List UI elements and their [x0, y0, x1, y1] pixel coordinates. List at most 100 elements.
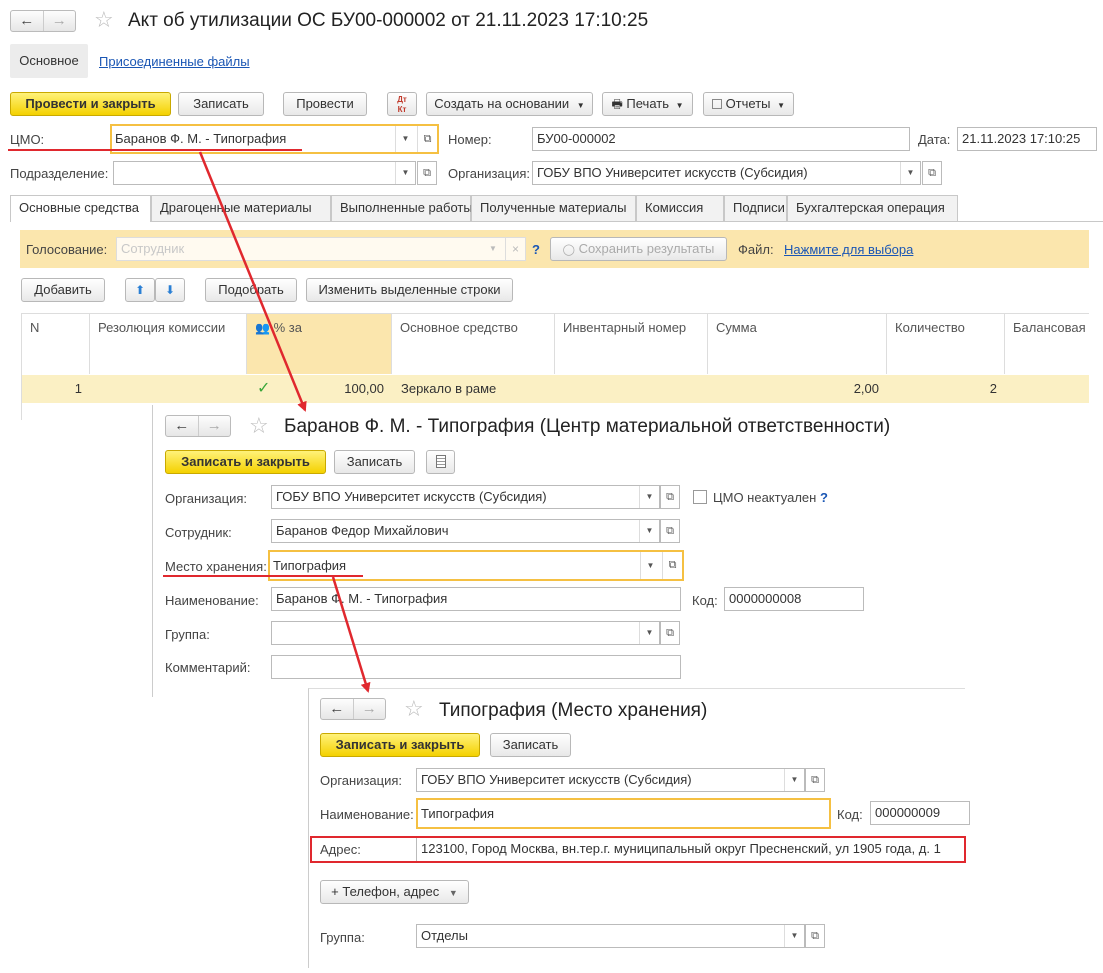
nav-buttons[interactable]: ← → [320, 698, 386, 720]
tab-commission[interactable]: Комиссия [636, 195, 724, 221]
dtkt-button[interactable]: Дт Кт [387, 92, 417, 116]
number-field[interactable]: БУ00-000002 [532, 127, 910, 151]
reports-button[interactable]: Отчеты ▼ [703, 92, 794, 116]
storage-form-window: ← → ☆ Типография (Место хранения) Записа… [308, 688, 970, 968]
tab-fixed-assets[interactable]: Основные средства [10, 195, 151, 222]
date-field[interactable]: 21.11.2023 17:10:25 [957, 127, 1097, 151]
clear-icon[interactable]: × [505, 238, 525, 260]
open-icon[interactable]: ⧉ [805, 924, 825, 948]
col-inventory[interactable]: Инвентарный номер [555, 314, 708, 374]
save-results-button[interactable]: ◯ Сохранить результаты [550, 237, 727, 261]
cell-balance [1012, 375, 1082, 403]
cmo-label: ЦМО: [10, 132, 45, 147]
tab-received-materials[interactable]: Полученные материалы [471, 195, 636, 221]
col-n[interactable]: N [22, 314, 90, 374]
dropdown-arrow-icon[interactable]: ▼ [395, 126, 415, 152]
forward-arrow-icon[interactable]: → [197, 416, 231, 436]
tab-precious-materials[interactable]: Драгоценные материалы [151, 195, 331, 221]
file-label: Файл: [738, 242, 774, 257]
back-arrow-icon[interactable]: ← [166, 416, 198, 436]
add-phone-address-button[interactable]: + Телефон, адрес ▼ [320, 880, 469, 904]
dropdown-arrow-icon[interactable]: ▼ [640, 552, 660, 579]
create-based-on-button[interactable]: Создать на основании ▼ [426, 92, 593, 116]
move-down-button[interactable]: ⬇ [155, 278, 185, 302]
name-label: Наименование: [165, 593, 259, 608]
table-row[interactable]: 1 ✓ 100,00 Зеркало в раме 2,00 2 [22, 375, 1089, 403]
inactive-checkbox[interactable] [693, 490, 707, 504]
col-percent-label: % за [273, 320, 302, 335]
add-row-button[interactable]: Добавить [21, 278, 105, 302]
comment-field[interactable] [271, 655, 681, 679]
col-sum[interactable]: Сумма [708, 314, 887, 374]
save-button[interactable]: Записать [178, 92, 264, 116]
save-button[interactable]: Записать [490, 733, 571, 757]
open-icon[interactable]: ⧉ [660, 621, 680, 645]
list-button[interactable] [426, 450, 455, 474]
tab-completed-works[interactable]: Выполненные работы [331, 195, 473, 221]
open-icon[interactable]: ⧉ [660, 485, 680, 509]
dropdown-arrow-icon[interactable]: ▼ [784, 925, 804, 947]
save-and-close-button[interactable]: Записать и закрыть [165, 450, 326, 474]
dropdown-arrow-icon[interactable]: ▼ [639, 622, 659, 644]
tab-accounting-operation[interactable]: Бухгалтерская операция [787, 195, 958, 221]
help-icon[interactable]: ? [532, 242, 540, 258]
org-field[interactable]: ГОБУ ВПО Университет искусств (Субсидия)… [271, 485, 660, 509]
section-main-tab[interactable]: Основное [10, 44, 88, 78]
cell-resolution [98, 375, 238, 403]
back-arrow-icon[interactable]: ← [321, 699, 353, 719]
group-field[interactable]: Отделы ▼ [416, 924, 805, 948]
dropdown-arrow-icon[interactable]: ▼ [483, 238, 503, 260]
open-icon[interactable]: ⧉ [660, 519, 680, 543]
post-and-close-button[interactable]: Провести и закрыть [10, 92, 171, 116]
open-icon[interactable]: ⧉ [417, 161, 437, 185]
open-icon[interactable]: ⧉ [417, 126, 437, 152]
favorite-star-icon[interactable]: ☆ [404, 698, 424, 720]
group-field[interactable]: ▼ [271, 621, 660, 645]
dropdown-arrow-icon[interactable]: ▼ [900, 162, 920, 184]
open-icon[interactable]: ⧉ [922, 161, 942, 185]
voting-employee-field[interactable]: Сотрудник ▼ × [116, 237, 526, 261]
code-label: Код: [837, 807, 863, 822]
help-icon[interactable]: ? [820, 490, 828, 506]
print-button[interactable]: 🖶 Печать ▼ [602, 92, 693, 116]
address-field[interactable]: 123100, Город Москва, вн.тер.г. муниципа… [416, 838, 964, 861]
name-field[interactable]: Типография [416, 798, 831, 829]
col-resolution[interactable]: Резолюция комиссии [90, 314, 247, 374]
dropdown-arrow-icon[interactable]: ▼ [639, 486, 659, 508]
org-field[interactable]: ГОБУ ВПО Университет искусств (Субсидия)… [416, 768, 805, 792]
favorite-star-icon[interactable]: ☆ [94, 9, 114, 31]
division-field[interactable]: ▼ [113, 161, 416, 185]
open-icon[interactable]: ⧉ [662, 552, 682, 579]
back-arrow-icon[interactable]: ← [11, 11, 43, 31]
code-field[interactable]: 000000009 [870, 801, 970, 825]
forward-arrow-icon[interactable]: → [42, 11, 76, 31]
save-and-close-button[interactable]: Записать и закрыть [320, 733, 480, 757]
nav-buttons[interactable]: ← → [165, 415, 231, 437]
save-button[interactable]: Записать [334, 450, 415, 474]
forward-arrow-icon[interactable]: → [352, 699, 386, 719]
dropdown-arrow-icon[interactable]: ▼ [395, 162, 415, 184]
org-field[interactable]: ГОБУ ВПО Университет искусств (Субсидия)… [532, 161, 921, 185]
col-percent[interactable]: 👥 % за [247, 314, 392, 374]
nav-buttons[interactable]: ← → [10, 10, 76, 32]
col-asset[interactable]: Основное средство [392, 314, 555, 374]
employee-field[interactable]: Баранов Федор Михайлович ▼ [271, 519, 660, 543]
section-main-label: Основное [19, 53, 79, 68]
post-button[interactable]: Провести [283, 92, 367, 116]
cmo-form-title: Баранов Ф. М. - Типография (Центр матери… [284, 416, 891, 437]
col-quantity[interactable]: Количество [887, 314, 1005, 374]
open-icon[interactable]: ⧉ [805, 768, 825, 792]
file-select-link[interactable]: Нажмите для выбора [784, 242, 913, 258]
name-field[interactable]: Баранов Ф. М. - Типография [271, 587, 681, 611]
pick-button[interactable]: Подобрать [205, 278, 297, 302]
change-selected-rows-button[interactable]: Изменить выделенные строки [306, 278, 513, 302]
col-balance[interactable]: Балансовая [1005, 314, 1089, 374]
attached-files-link[interactable]: Присоединенные файлы [99, 54, 250, 69]
dropdown-arrow-icon[interactable]: ▼ [639, 520, 659, 542]
tab-signatures[interactable]: Подписи [724, 195, 787, 221]
col-balance-label: Балансовая [1013, 320, 1086, 335]
dropdown-arrow-icon[interactable]: ▼ [784, 769, 804, 791]
favorite-star-icon[interactable]: ☆ [249, 415, 269, 437]
move-up-button[interactable]: ⬆ [125, 278, 155, 302]
code-field[interactable]: 0000000008 [724, 587, 864, 611]
